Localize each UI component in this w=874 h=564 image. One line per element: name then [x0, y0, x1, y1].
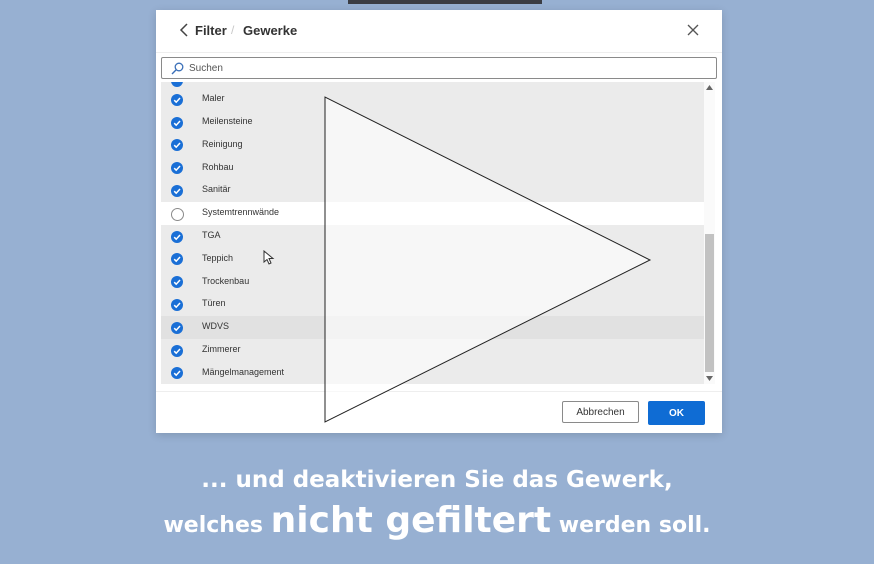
checkmark-circle-icon[interactable] [171, 162, 183, 175]
scrollbar[interactable] [704, 82, 715, 384]
search-icon [171, 62, 184, 75]
checkmark-circle-icon[interactable] [171, 93, 183, 106]
list-item-label: Trockenbau [202, 275, 250, 286]
checkmark-circle-icon[interactable] [171, 321, 183, 334]
list-item-label: Rohbau [202, 161, 234, 172]
checkmark-circle-icon[interactable] [171, 230, 183, 243]
checkmark-circle-icon[interactable] [171, 367, 183, 380]
list-item-label: Sanitär [202, 184, 231, 195]
checkmark-circle-icon[interactable] [171, 253, 183, 266]
caption-line-2-start: welches [163, 513, 271, 538]
breadcrumb-filter[interactable]: Filter [195, 23, 227, 38]
list-item-label: Mängelmanagement [202, 366, 285, 377]
scroll-up-arrow-icon[interactable] [706, 85, 713, 90]
caption-line-2: welches nicht gefiltert werden soll. [0, 500, 874, 541]
scroll-down-arrow-icon[interactable] [706, 376, 713, 381]
scrollbar-thumb[interactable] [705, 234, 714, 372]
close-icon[interactable] [687, 24, 699, 36]
list-item-label: Türen [202, 298, 226, 309]
list-item-label: WDVS [202, 321, 229, 332]
caption-line-1: ... und deaktivieren Sie das Gewerk, [201, 467, 673, 493]
list-item-label: TGA [202, 230, 221, 240]
checkmark-circle-icon[interactable] [171, 184, 183, 197]
caption-line-2-end: werden soll. [551, 513, 711, 538]
chevron-left-icon[interactable] [178, 22, 192, 38]
checkmark-circle-icon[interactable] [171, 139, 183, 152]
ok-button[interactable]: OK [648, 401, 705, 425]
breadcrumb-separator: / [231, 23, 235, 37]
list-item-label: Systemtrennwände [202, 207, 280, 218]
mouse-pointer-icon [263, 250, 275, 265]
checkmark-circle-icon[interactable] [171, 344, 183, 357]
play-icon[interactable] [324, 96, 654, 424]
list-item-label: Teppich [202, 252, 234, 263]
empty-circle-icon[interactable] [171, 207, 184, 221]
checkmark-circle-icon[interactable] [171, 116, 183, 129]
list-item-label: Reinigung [202, 138, 243, 149]
checkmark-circle-icon[interactable] [171, 298, 183, 311]
dialog-header: Filter / Gewerke [156, 10, 722, 53]
checkmark-circle-icon[interactable] [171, 82, 183, 87]
top-bar [348, 0, 542, 4]
checkmark-circle-icon[interactable] [171, 276, 183, 289]
caption-emphasis: nicht gefiltert [270, 500, 552, 541]
list-item-label: Maler [202, 93, 225, 104]
search-box [161, 57, 717, 79]
search-input[interactable] [189, 60, 699, 76]
list-item-label: Meilensteine [202, 116, 253, 126]
breadcrumb-current: Gewerke [243, 23, 298, 38]
list-item-label: Zimmerer [202, 344, 241, 354]
